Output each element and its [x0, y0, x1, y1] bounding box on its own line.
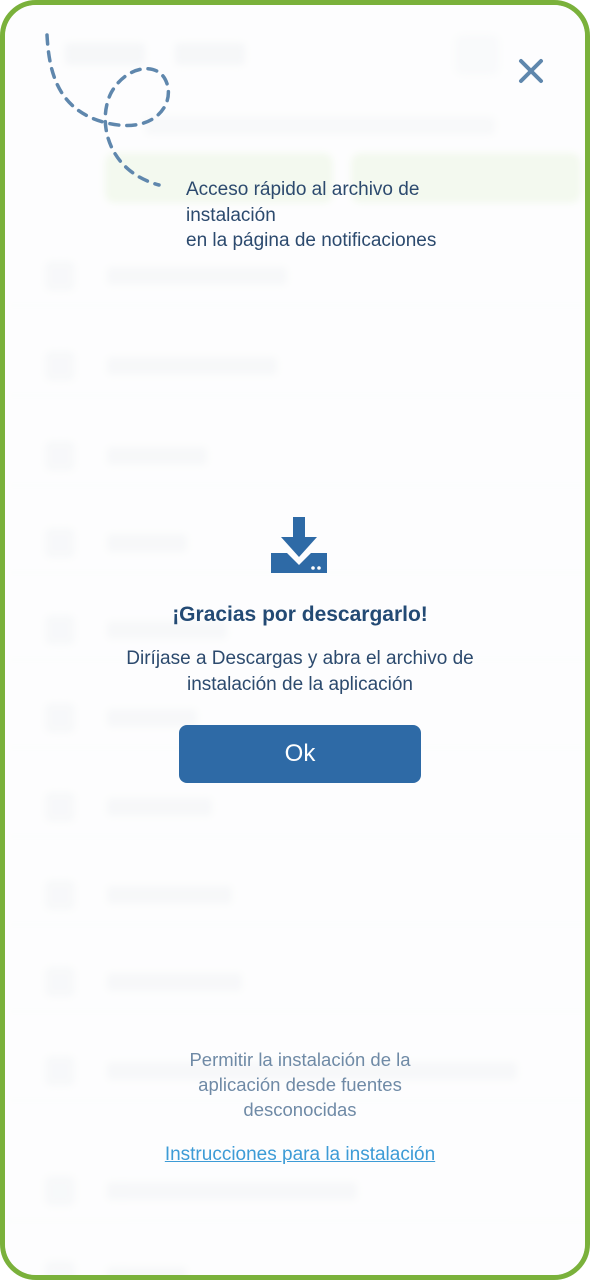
close-button[interactable]	[511, 51, 551, 91]
phone-frame: Acceso rápido al archivo de instalación …	[0, 0, 590, 1280]
thanks-title: ¡Gracias por descargarlo!	[172, 603, 428, 626]
download-icon	[271, 517, 327, 573]
dashed-swirl-icon	[45, 33, 171, 187]
close-icon	[519, 59, 543, 83]
installation-instructions-link[interactable]: Instrucciones para la instalación	[5, 1144, 585, 1166]
thanks-description: Diríjase a Descargas y abra el archivo d…	[126, 648, 474, 695]
notification-hint: Acceso rápido al archivo de instalación …	[186, 179, 437, 251]
ok-button[interactable]: Ok	[179, 725, 421, 783]
unknown-sources-text: Permitir la instalación de la aplicación…	[189, 1049, 411, 1120]
